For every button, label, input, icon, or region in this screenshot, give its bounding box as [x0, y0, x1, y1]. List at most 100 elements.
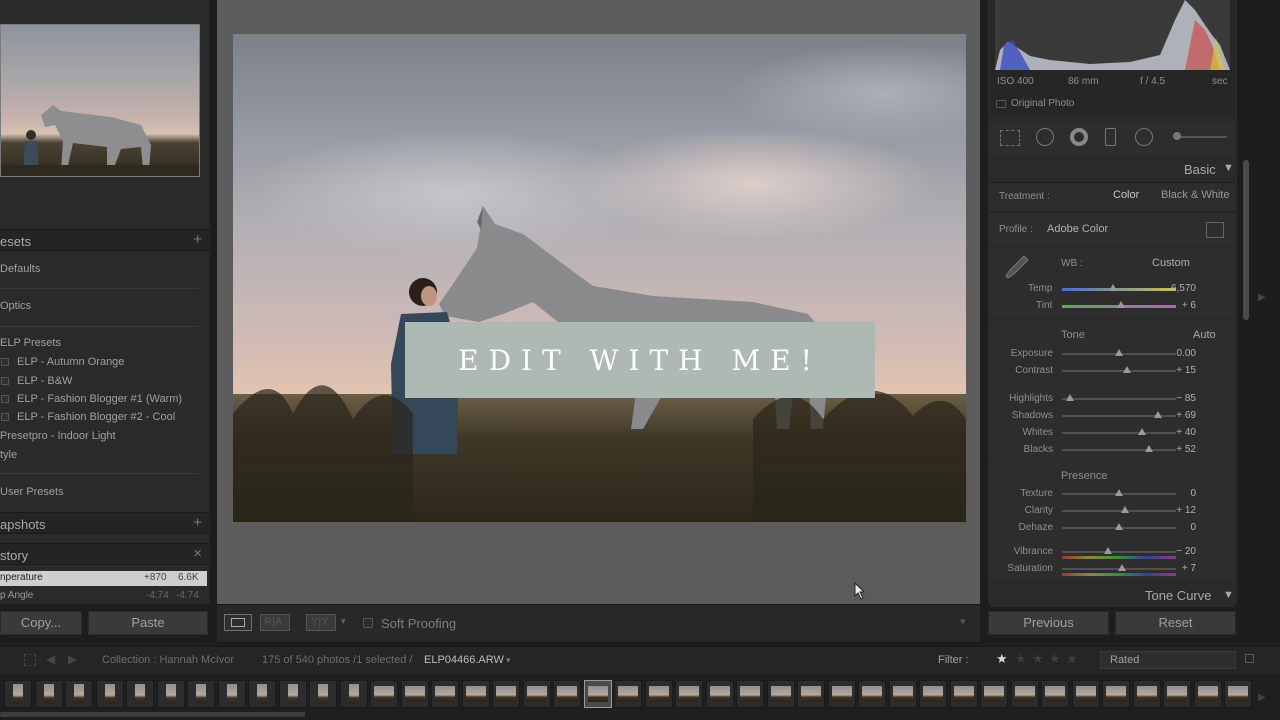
filmstrip-thumbnail[interactable] [1102, 680, 1130, 708]
filmstrip-scrollbar[interactable] [0, 712, 305, 717]
preset-item[interactable]: ELP - Fashion Blogger #1 (Warm) [17, 393, 182, 405]
selected-filename[interactable]: ELP04466.ARW [424, 654, 504, 666]
filmstrip-thumbnail[interactable] [309, 680, 337, 708]
history-row[interactable]: p Angle -4.74 -4.74 [0, 589, 207, 604]
filmstrip-thumbnail[interactable] [431, 680, 459, 708]
original-photo-checkbox[interactable] [996, 100, 1006, 108]
copy-button[interactable]: Copy... [0, 611, 82, 635]
preset-item[interactable]: ELP - Autumn Orange [17, 356, 124, 368]
preset-defaults[interactable]: Defaults [0, 263, 40, 275]
filmstrip-thumbnail[interactable] [705, 680, 734, 708]
add-snapshot-icon[interactable]: + [193, 514, 202, 531]
tone-adjust-value[interactable]: + 52 [1156, 444, 1196, 455]
collection-path[interactable]: Collection : Hannah McIvor [102, 654, 234, 666]
before-after-lr-button[interactable]: R|A [260, 614, 290, 631]
filmstrip-thumbnail[interactable] [888, 680, 917, 708]
filmstrip-thumbnail[interactable] [461, 680, 490, 708]
saturation-slider-track[interactable] [1062, 573, 1176, 576]
soft-proofing-checkbox[interactable] [363, 618, 373, 628]
filmstrip-thumbnail[interactable] [65, 680, 93, 708]
presence-adjust-slider-thumb[interactable] [1118, 564, 1127, 571]
filmstrip-thumbnail[interactable] [492, 680, 520, 708]
preset-folder-presetpro[interactable]: Presetpro - Indoor Light [0, 430, 116, 442]
profile-browser-grid-icon[interactable] [1206, 222, 1224, 238]
tone-curve-header[interactable]: Tone Curve ▼ [990, 585, 1235, 607]
radial-filter-icon[interactable] [1135, 128, 1153, 146]
tint-slider-thumb[interactable] [1117, 301, 1126, 308]
grid-view-icon[interactable] [24, 654, 36, 666]
tone-adjust-value[interactable]: + 69 [1156, 410, 1196, 421]
tone-adjust-slider-thumb[interactable] [1144, 445, 1153, 452]
filter-dropdown[interactable]: Rated [1100, 651, 1236, 669]
filmstrip-thumbnail[interactable] [583, 680, 612, 708]
presets-header[interactable]: esets + [0, 229, 210, 251]
tone-adjust-value[interactable]: − 85 [1156, 393, 1196, 404]
treatment-bw-option[interactable]: Black & White [1161, 189, 1229, 201]
navigator-preview[interactable] [0, 24, 200, 177]
filmstrip-thumbnail[interactable] [919, 680, 947, 708]
star-1-icon[interactable]: ★ [996, 651, 1008, 667]
histogram[interactable]: ISO 400 86 mm f / 4.5 sec Original Photo [990, 0, 1235, 115]
wb-dropdown[interactable]: Custom [1152, 257, 1190, 269]
collapse-triangle-icon[interactable]: ▼ [1223, 589, 1234, 601]
add-preset-icon[interactable]: + [193, 231, 202, 248]
forward-arrow-icon[interactable]: ▶ [68, 652, 77, 666]
reset-button[interactable]: Reset [1115, 611, 1236, 635]
presence-adjust-slider-thumb[interactable] [1115, 523, 1123, 530]
right-panel-scrollbar[interactable] [1243, 160, 1249, 320]
vibrance-slider-track[interactable] [1062, 556, 1176, 559]
temp-slider-thumb[interactable] [1109, 284, 1118, 291]
filmstrip-thumbnail[interactable] [278, 680, 307, 708]
tone-adjust-slider-thumb[interactable] [1137, 428, 1146, 435]
filmstrip-thumbnail[interactable] [1071, 680, 1100, 708]
profile-dropdown[interactable]: Adobe Color [1047, 223, 1108, 235]
treatment-color-option[interactable]: Color [1113, 189, 1139, 201]
basic-header[interactable]: Basic ▼ [990, 156, 1235, 182]
filmstrip-thumbnail[interactable] [126, 680, 154, 708]
tone-adjust-slider-thumb[interactable] [1065, 394, 1074, 401]
filmstrip-thumbnail[interactable] [156, 680, 185, 708]
tint-value[interactable]: + 6 [1156, 300, 1196, 311]
filmstrip-thumbnail[interactable] [614, 680, 642, 708]
filmstrip-thumbnail[interactable] [187, 680, 215, 708]
filmstrip-thumbnail[interactable] [95, 680, 124, 708]
preset-optics[interactable]: Optics [0, 300, 31, 312]
filmstrip-thumbnail[interactable] [1132, 680, 1161, 708]
filmstrip-thumbnail[interactable] [644, 680, 673, 708]
auto-tone-button[interactable]: Auto [1193, 329, 1216, 341]
filmstrip-thumbnail[interactable] [1041, 680, 1069, 708]
filmstrip-thumbnail[interactable] [949, 680, 978, 708]
spot-removal-icon[interactable] [1036, 128, 1054, 146]
filmstrip-thumbnail[interactable] [980, 680, 1008, 708]
collapse-triangle-icon[interactable]: ▼ [1223, 162, 1234, 174]
star-5-icon[interactable]: ★ [1066, 651, 1078, 667]
filmstrip-thumbnail[interactable] [34, 680, 63, 708]
filmstrip-arrow-icon[interactable]: ▶ [1258, 692, 1266, 703]
star-2-icon[interactable]: ★ [1015, 651, 1027, 667]
tone-adjust-slider-thumb[interactable] [1115, 349, 1123, 356]
presence-adjust-value[interactable]: 0 [1156, 488, 1196, 499]
previous-button[interactable]: Previous [988, 611, 1109, 635]
back-arrow-icon[interactable]: ◀ [46, 652, 55, 666]
temp-value[interactable]: 6,570 [1156, 283, 1196, 294]
filmstrip-thumbnail[interactable] [766, 680, 795, 708]
graduated-filter-icon[interactable] [1105, 128, 1116, 146]
preset-folder-user[interactable]: User Presets [0, 486, 64, 498]
preset-item[interactable]: ELP - B&W [17, 375, 72, 387]
main-photo[interactable] [233, 34, 966, 522]
filmstrip-thumbnail[interactable] [797, 680, 825, 708]
presence-adjust-slider-thumb[interactable] [1115, 489, 1123, 496]
star-4-icon[interactable]: ★ [1049, 651, 1061, 667]
filmstrip-thumbnail[interactable] [1010, 680, 1039, 708]
filmstrip-thumbnail[interactable] [522, 680, 551, 708]
preset-item[interactable]: ELP - Fashion Blogger #2 - Cool [17, 411, 175, 423]
filmstrip-thumbnail[interactable] [675, 680, 703, 708]
filmstrip-thumbnail[interactable] [858, 680, 886, 708]
snapshots-header[interactable]: apshots + [0, 512, 210, 534]
filmstrip-thumbnail[interactable] [400, 680, 429, 708]
filmstrip-thumbnail[interactable] [827, 680, 856, 708]
presence-adjust-slider-thumb[interactable] [1103, 547, 1112, 554]
filename-dropdown-icon[interactable]: ▾ [506, 655, 511, 666]
preset-folder-elp[interactable]: ELP Presets [0, 337, 61, 349]
filmstrip-thumbnail[interactable] [736, 680, 764, 708]
